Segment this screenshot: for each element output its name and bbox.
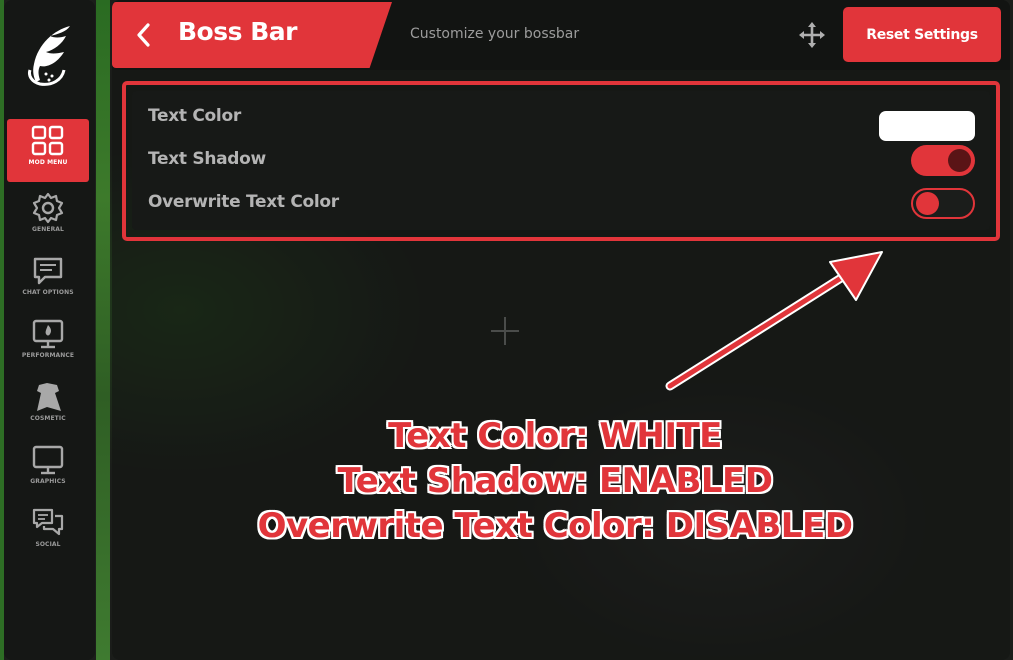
monitor-icon [32,445,64,475]
sidebar-item-label: SOCIAL [35,541,61,548]
sidebar-item-general[interactable]: GENERAL [7,186,89,248]
move-arrows-icon[interactable] [798,21,826,53]
annotation-highlight-box [122,81,1000,241]
cape-icon [37,383,61,411]
sidebar-item-label: COSMETIC [30,415,66,422]
reset-settings-button[interactable]: Reset Settings [843,7,1001,62]
chat-bubbles-icon [32,508,64,536]
page-subtitle: Customize your bossbar [410,26,580,42]
sidebar: MOD MENU GENERAL CHAT OPTIONS PERFORMANC… [4,0,95,660]
sidebar-item-graphics[interactable]: GRAPHICS [7,438,89,500]
sidebar-item-mod-menu[interactable]: MOD MENU [7,119,89,182]
chat-icon [33,257,63,285]
crosshair-icon [490,316,520,350]
grid-icon [31,125,64,156]
annotation-line: Text Color: WHITE [388,416,722,456]
monitor-flame-icon [32,319,64,349]
sidebar-item-social[interactable]: SOCIAL [7,501,89,563]
sidebar-item-label: GENERAL [32,226,64,233]
annotation-line: Overwrite Text Color: DISABLED [257,506,853,546]
sidebar-item-cosmetic[interactable]: COSMETIC [7,375,89,437]
sidebar-item-chat-options[interactable]: CHAT OPTIONS [7,249,89,311]
sidebar-item-label: MOD MENU [28,159,68,166]
sidebar-item-label: GRAPHICS [30,478,66,485]
page-title: Boss Bar [178,17,297,46]
gear-icon [32,192,64,224]
feather-logo-icon [26,24,76,86]
annotation-line: Text Shadow: ENABLED [337,461,773,501]
annotation-arrow-icon [660,244,890,398]
background-grass-strip [96,0,110,660]
sidebar-item-label: CHAT OPTIONS [22,289,74,296]
sidebar-item-label: PERFORMANCE [21,352,75,359]
sidebar-item-performance[interactable]: PERFORMANCE [7,312,89,374]
chevron-left-icon[interactable] [134,22,154,52]
header-bar: Boss Bar Customize your bossbar Reset Se… [112,0,1010,70]
annotation-text: Text Color: WHITE Text Shadow: ENABLED O… [220,414,890,549]
